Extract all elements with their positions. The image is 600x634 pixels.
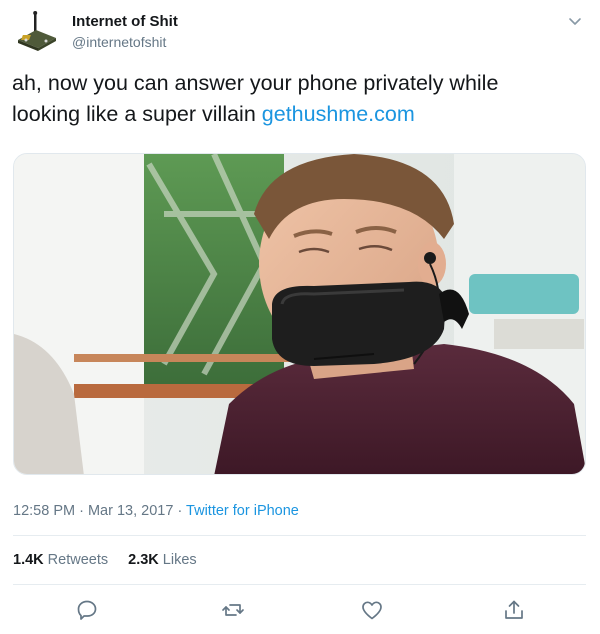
tweet-time[interactable]: 12:58 PM — [13, 503, 75, 519]
display-name[interactable]: Internet of Shit — [72, 13, 178, 30]
iot-device-avatar-icon — [18, 11, 56, 51]
retweet-icon[interactable] — [221, 598, 245, 622]
tweet-body: ah, now you can answer your phone privat… — [12, 71, 499, 126]
likes-label: Likes — [158, 552, 197, 568]
tweet-date[interactable]: Mar 13, 2017 — [88, 503, 173, 519]
retweets-stat[interactable]: 1.4K Retweets — [13, 552, 108, 568]
avatar[interactable] — [12, 10, 62, 54]
likes-count: 2.3K — [128, 552, 159, 568]
chevron-down-icon[interactable] — [568, 14, 582, 25]
media-photo — [14, 154, 585, 474]
tweet-actions — [0, 598, 600, 624]
tweet-link[interactable]: gethushme.com — [262, 102, 415, 126]
retweets-label: Retweets — [43, 552, 109, 568]
meta-separator: · — [173, 503, 187, 519]
likes-stat[interactable]: 2.3K Likes — [128, 552, 197, 568]
tweet-media[interactable] — [13, 153, 586, 475]
meta-separator: · — [75, 503, 88, 519]
divider — [13, 535, 586, 536]
user-handle[interactable]: @internetofshit — [72, 34, 166, 50]
tweet-stats: 1.4K Retweets 2.3K Likes — [13, 552, 197, 568]
tweet-source-link[interactable]: Twitter for iPhone — [186, 503, 299, 519]
reply-icon[interactable] — [75, 598, 99, 622]
heart-icon[interactable] — [360, 598, 384, 622]
divider — [13, 584, 586, 585]
retweets-count: 1.4K — [13, 552, 44, 568]
tweet-text: ah, now you can answer your phone privat… — [12, 68, 572, 130]
tweet-meta: 12:58 PM · Mar 13, 2017 · Twitter for iP… — [13, 503, 299, 519]
tweet-header: Internet of Shit @internetofshit — [0, 0, 600, 62]
share-icon[interactable] — [502, 598, 526, 622]
